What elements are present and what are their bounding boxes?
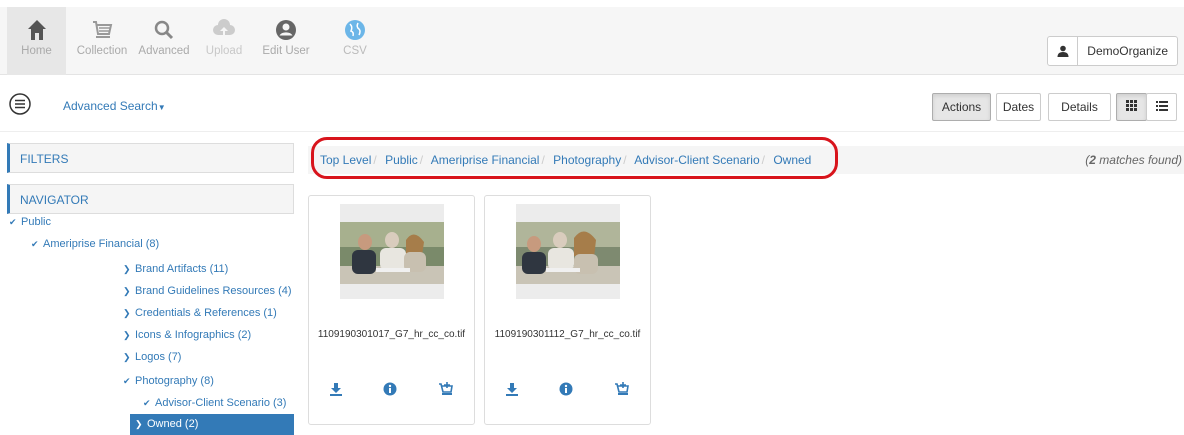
add-to-collection-icon[interactable] [614, 382, 632, 398]
chevron-right-icon: ❯ [123, 264, 131, 274]
match-count: 2 [1089, 153, 1096, 167]
tree-item-advisor-client[interactable]: ✔ Advisor-Client Scenario (3) [143, 397, 286, 409]
top-nav-bar: Home Collection Advanced Upload Edit Use… [0, 7, 1184, 75]
grid-view-button[interactable] [1116, 93, 1147, 121]
toolbar: Advanced Search▼ Actions Dates Details [0, 76, 1184, 132]
download-icon[interactable] [505, 382, 523, 398]
grid-icon [1126, 100, 1137, 114]
nav-edit-user-label: Edit User [262, 45, 310, 57]
dates-button[interactable]: Dates [996, 93, 1041, 121]
match-count-text: (2 matches found) [1085, 153, 1182, 167]
info-icon[interactable] [559, 382, 577, 398]
tree-item-label: Public [21, 216, 51, 228]
user-icon [1048, 37, 1079, 65]
user-name: DemoOrganize [1087, 44, 1168, 58]
advanced-search-label: Advanced Search [63, 99, 158, 113]
chevron-right-icon: ❯ [123, 308, 131, 318]
breadcrumb-public[interactable]: Public [385, 153, 418, 167]
nav-edit-user[interactable]: Edit User [257, 7, 315, 75]
tree-item-label: Logos (7) [135, 351, 182, 363]
tree-item-icons[interactable]: ❯ Icons & Infographics (2) [123, 329, 251, 341]
nav-csv-label: CSV [343, 45, 367, 57]
match-label: matches found) [1095, 153, 1182, 167]
search-icon [136, 7, 192, 43]
tree-item-ameriprise[interactable]: ✔ Ameriprise Financial (8) [31, 238, 159, 250]
tree-item-owned[interactable]: ❯ Owned (2) [130, 414, 294, 435]
home-icon [7, 7, 66, 43]
breadcrumb-separator: / [419, 153, 424, 167]
advanced-search-dropdown[interactable]: Advanced Search▼ [63, 99, 166, 113]
tree-item-credentials[interactable]: ❯ Credentials & References (1) [123, 307, 277, 319]
breadcrumb-separator: / [541, 153, 545, 167]
tree-item-label: Advisor-Client Scenario (3) [155, 397, 287, 409]
chevron-down-icon: ✔ [123, 376, 131, 386]
navigator-panel-header[interactable]: NAVIGATOR [7, 184, 294, 214]
tree-item-photography[interactable]: ✔ Photography (8) [123, 375, 214, 387]
nav-upload[interactable]: Upload [200, 7, 248, 75]
asset-thumbnail[interactable] [516, 204, 620, 299]
actions-button[interactable]: Actions [932, 93, 991, 121]
tree-item-logos[interactable]: ❯ Logos (7) [123, 351, 181, 363]
nav-home-label: Home [21, 45, 52, 57]
nav-advanced-label: Advanced [138, 45, 190, 57]
nav-advanced[interactable]: Advanced [136, 7, 192, 75]
chevron-right-icon: ❯ [123, 352, 131, 362]
nav-collection-label: Collection [76, 45, 128, 57]
breadcrumb-separator: / [373, 153, 377, 167]
breadcrumb-ameriprise[interactable]: Ameriprise Financial [431, 153, 540, 167]
breadcrumb: Top Level / Public / Ameriprise Financial /… [308, 146, 1184, 174]
breadcrumb-photography[interactable]: Photography [553, 153, 621, 167]
breadcrumb-top-level[interactable]: Top Level [320, 153, 371, 167]
nav-upload-label: Upload [205, 45, 243, 57]
add-to-collection-icon[interactable] [438, 382, 456, 398]
chevron-down-icon: ✔ [9, 217, 17, 227]
upload-cloud-icon [200, 7, 248, 43]
tree-item-label: Owned (2) [147, 418, 199, 430]
chevron-right-icon: ❯ [135, 419, 143, 429]
chevron-down-icon: ✔ [143, 398, 151, 408]
details-button[interactable]: Details [1048, 93, 1111, 121]
tree-item-label: Brand Artifacts (11) [135, 263, 229, 275]
nav-csv[interactable]: CSV [335, 7, 375, 75]
list-icon [1155, 100, 1168, 114]
list-view-button[interactable] [1146, 93, 1177, 121]
cart-icon [72, 7, 132, 43]
tree-item-label: Ameriprise Financial (8) [43, 238, 160, 250]
chevron-right-icon: ❯ [123, 330, 131, 340]
tree-item-label: Photography (8) [135, 375, 214, 387]
asset-filename: 1109190301112_G7_hr_cc_co.tif [494, 329, 641, 340]
globe-icon [335, 7, 375, 43]
nav-home[interactable]: Home [7, 7, 66, 75]
tree-item-label: Brand Guidelines Resources (4) [135, 285, 292, 297]
download-icon[interactable] [329, 382, 347, 398]
tree-item-public[interactable]: ✔ Public [9, 216, 51, 228]
breadcrumb-separator: / [623, 153, 627, 167]
chevron-right-icon: ❯ [123, 286, 131, 296]
breadcrumb-advisor-client[interactable]: Advisor-Client Scenario [634, 153, 759, 167]
tree-item-label: Icons & Infographics (2) [135, 329, 252, 341]
tree-item-label: Credentials & References (1) [135, 307, 277, 319]
caret-down-icon: ▼ [157, 103, 166, 112]
chevron-down-icon: ✔ [31, 239, 39, 249]
filters-panel-header[interactable]: FILTERS [7, 143, 294, 173]
asset-card[interactable]: 1109190301017_G7_hr_cc_co.tif [308, 195, 475, 425]
nav-collection[interactable]: Collection [72, 7, 132, 75]
asset-filename: 1109190301017_G7_hr_cc_co.tif [317, 329, 466, 340]
tree-item-brand-guidelines[interactable]: ❯ Brand Guidelines Resources (4) [123, 285, 292, 297]
asset-card[interactable]: 1109190301112_G7_hr_cc_co.tif [484, 195, 651, 425]
asset-thumbnail[interactable] [340, 204, 444, 299]
user-circle-icon [257, 7, 315, 43]
breadcrumb-separator: / [761, 153, 765, 167]
breadcrumb-owned[interactable]: Owned [773, 153, 811, 167]
user-menu-button[interactable]: DemoOrganize [1047, 36, 1178, 66]
info-icon[interactable] [383, 382, 401, 398]
hamburger-menu-icon[interactable] [9, 93, 31, 115]
tree-item-brand-artifacts[interactable]: ❯ Brand Artifacts (11) [123, 263, 228, 275]
